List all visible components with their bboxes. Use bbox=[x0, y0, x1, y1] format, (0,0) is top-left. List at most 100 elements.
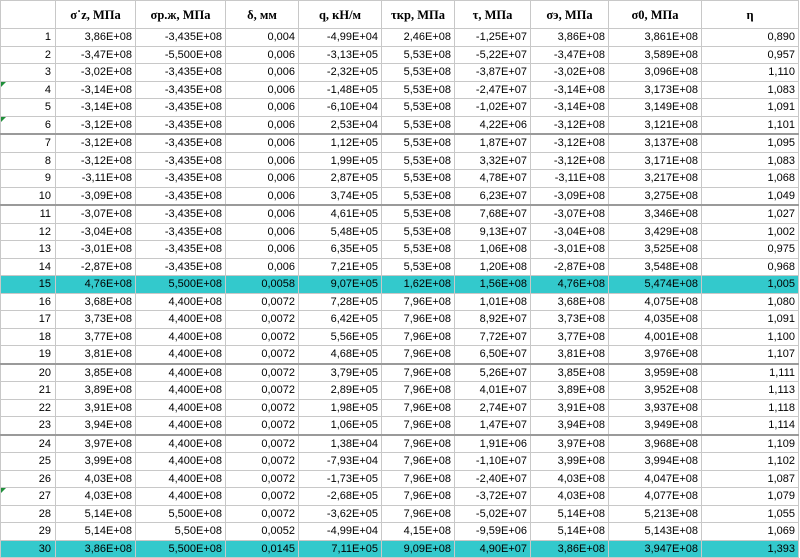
row-number[interactable]: 28 bbox=[0, 504, 56, 523]
sigma-rzh-cell[interactable]: 4,400E+08 bbox=[135, 433, 226, 453]
row-number[interactable]: 1 bbox=[0, 28, 56, 47]
tau-kr-cell[interactable]: 5,53E+08 bbox=[381, 45, 455, 64]
tau-kr-cell[interactable]: 7,96E+08 bbox=[381, 362, 455, 382]
sigma-rzh-cell[interactable]: -3,435E+08 bbox=[135, 80, 226, 99]
delta-cell[interactable]: 0,0072 bbox=[225, 504, 299, 523]
tau-kr-cell[interactable]: 5,53E+08 bbox=[381, 222, 455, 241]
q-cell[interactable]: 5,56E+05 bbox=[298, 327, 382, 346]
sigma-0-cell[interactable]: 3,149E+08 bbox=[608, 98, 702, 117]
delta-cell[interactable]: 0,0072 bbox=[225, 487, 299, 506]
header-sigma-z[interactable]: σ˙z, МПа bbox=[55, 0, 136, 29]
sigma-rzh-cell[interactable]: -3,435E+08 bbox=[135, 133, 226, 153]
tau-cell[interactable]: -9,59E+06 bbox=[454, 522, 531, 541]
header-delta[interactable]: δ, мм bbox=[225, 0, 299, 29]
sigma-0-cell[interactable]: 3,937E+08 bbox=[608, 398, 702, 417]
sigma-e-cell[interactable]: 4,03E+08 bbox=[530, 487, 609, 506]
delta-cell[interactable]: 0,0072 bbox=[225, 416, 299, 435]
sigma-z-cell[interactable]: -2,87E+08 bbox=[55, 257, 136, 276]
eta-cell[interactable]: 1,080 bbox=[701, 292, 799, 311]
q-cell[interactable]: 2,53E+04 bbox=[298, 115, 382, 135]
tau-cell[interactable]: 1,20E+08 bbox=[454, 257, 531, 276]
sigma-0-cell[interactable]: 3,429E+08 bbox=[608, 222, 702, 241]
row-number[interactable]: 4 bbox=[0, 80, 56, 99]
delta-cell[interactable]: 0,0072 bbox=[225, 345, 299, 364]
sigma-e-cell[interactable]: 3,68E+08 bbox=[530, 292, 609, 311]
delta-cell[interactable]: 0,0072 bbox=[225, 381, 299, 400]
sigma-e-cell[interactable]: -3,02E+08 bbox=[530, 63, 609, 82]
sigma-0-cell[interactable]: 3,171E+08 bbox=[608, 151, 702, 170]
sigma-z-cell[interactable]: 5,14E+08 bbox=[55, 504, 136, 523]
tau-cell[interactable]: -5,02E+07 bbox=[454, 504, 531, 523]
sigma-0-cell[interactable]: 3,525E+08 bbox=[608, 240, 702, 259]
sigma-0-cell[interactable]: 3,217E+08 bbox=[608, 169, 702, 188]
tau-cell[interactable]: -1,02E+07 bbox=[454, 98, 531, 117]
sigma-0-cell[interactable]: 3,173E+08 bbox=[608, 80, 702, 99]
sigma-0-cell[interactable]: 3,346E+08 bbox=[608, 204, 702, 224]
sigma-z-cell[interactable]: 3,73E+08 bbox=[55, 310, 136, 329]
sigma-z-cell[interactable]: 3,85E+08 bbox=[55, 362, 136, 382]
sigma-rzh-cell[interactable]: -3,435E+08 bbox=[135, 257, 226, 276]
eta-cell[interactable]: 1,091 bbox=[701, 98, 799, 117]
tau-kr-cell[interactable]: 7,96E+08 bbox=[381, 345, 455, 364]
tau-cell[interactable]: 4,90E+07 bbox=[454, 539, 531, 558]
sigma-0-cell[interactable]: 3,096E+08 bbox=[608, 63, 702, 82]
sigma-0-cell[interactable]: 3,275E+08 bbox=[608, 186, 702, 206]
row-number[interactable]: 29 bbox=[0, 522, 56, 541]
sigma-rzh-cell[interactable]: 4,400E+08 bbox=[135, 469, 226, 488]
sigma-z-cell[interactable]: 5,14E+08 bbox=[55, 522, 136, 541]
sigma-rzh-cell[interactable]: 4,400E+08 bbox=[135, 292, 226, 311]
sigma-e-cell[interactable]: 3,99E+08 bbox=[530, 452, 609, 471]
sigma-0-cell[interactable]: 4,035E+08 bbox=[608, 310, 702, 329]
sigma-e-cell[interactable]: 3,94E+08 bbox=[530, 416, 609, 435]
sigma-e-cell[interactable]: -3,14E+08 bbox=[530, 98, 609, 117]
tau-cell[interactable]: 4,22E+06 bbox=[454, 115, 531, 135]
tau-kr-cell[interactable]: 5,53E+08 bbox=[381, 204, 455, 224]
eta-cell[interactable]: 0,890 bbox=[701, 28, 799, 47]
sigma-e-cell[interactable]: -3,12E+08 bbox=[530, 133, 609, 153]
row-number[interactable]: 23 bbox=[0, 416, 56, 435]
eta-cell[interactable]: 1,109 bbox=[701, 433, 799, 453]
tau-cell[interactable]: 6,50E+07 bbox=[454, 345, 531, 364]
delta-cell[interactable]: 0,0058 bbox=[225, 275, 299, 294]
delta-cell[interactable]: 0,0072 bbox=[225, 310, 299, 329]
q-cell[interactable]: 6,35E+05 bbox=[298, 240, 382, 259]
sigma-z-cell[interactable]: 3,97E+08 bbox=[55, 433, 136, 453]
sigma-z-cell[interactable]: -3,09E+08 bbox=[55, 186, 136, 206]
sigma-rzh-cell[interactable]: -5,500E+08 bbox=[135, 45, 226, 64]
sigma-e-cell[interactable]: -3,11E+08 bbox=[530, 169, 609, 188]
sigma-z-cell[interactable]: -3,04E+08 bbox=[55, 222, 136, 241]
sigma-e-cell[interactable]: 3,91E+08 bbox=[530, 398, 609, 417]
delta-cell[interactable]: 0,0072 bbox=[225, 452, 299, 471]
row-number[interactable]: 5 bbox=[0, 98, 56, 117]
tau-kr-cell[interactable]: 5,53E+08 bbox=[381, 63, 455, 82]
sigma-rzh-cell[interactable]: -3,435E+08 bbox=[135, 186, 226, 206]
delta-cell[interactable]: 0,006 bbox=[225, 115, 299, 135]
sigma-rzh-cell[interactable]: -3,435E+08 bbox=[135, 240, 226, 259]
sigma-rzh-cell[interactable]: -3,435E+08 bbox=[135, 115, 226, 135]
sigma-z-cell[interactable]: -3,07E+08 bbox=[55, 204, 136, 224]
tau-kr-cell[interactable]: 5,53E+08 bbox=[381, 133, 455, 153]
sigma-0-cell[interactable]: 3,121E+08 bbox=[608, 115, 702, 135]
q-cell[interactable]: 2,87E+05 bbox=[298, 169, 382, 188]
sigma-0-cell[interactable]: 4,075E+08 bbox=[608, 292, 702, 311]
tau-cell[interactable]: 1,47E+07 bbox=[454, 416, 531, 435]
header-sigma-rzh[interactable]: σр.ж, МПа bbox=[135, 0, 226, 29]
sigma-rzh-cell[interactable]: -3,435E+08 bbox=[135, 28, 226, 47]
sigma-e-cell[interactable]: 4,76E+08 bbox=[530, 275, 609, 294]
tau-cell[interactable]: 2,74E+07 bbox=[454, 398, 531, 417]
sigma-e-cell[interactable]: 3,86E+08 bbox=[530, 28, 609, 47]
tau-kr-cell[interactable]: 5,53E+08 bbox=[381, 240, 455, 259]
eta-cell[interactable]: 0,957 bbox=[701, 45, 799, 64]
row-number[interactable]: 26 bbox=[0, 469, 56, 488]
eta-cell[interactable]: 1,027 bbox=[701, 204, 799, 224]
q-cell[interactable]: 1,06E+05 bbox=[298, 416, 382, 435]
row-number[interactable]: 3 bbox=[0, 63, 56, 82]
sigma-rzh-cell[interactable]: -3,435E+08 bbox=[135, 222, 226, 241]
sigma-rzh-cell[interactable]: 4,400E+08 bbox=[135, 381, 226, 400]
tau-kr-cell[interactable]: 7,96E+08 bbox=[381, 416, 455, 435]
tau-cell[interactable]: -2,47E+07 bbox=[454, 80, 531, 99]
row-number[interactable]: 15 bbox=[0, 275, 56, 294]
eta-cell[interactable]: 1,002 bbox=[701, 222, 799, 241]
sigma-rzh-cell[interactable]: -3,435E+08 bbox=[135, 98, 226, 117]
sigma-z-cell[interactable]: 3,81E+08 bbox=[55, 345, 136, 364]
